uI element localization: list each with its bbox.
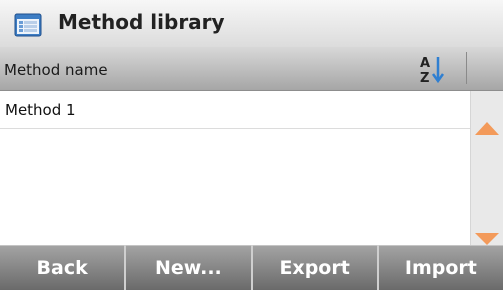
back-button[interactable]: Back [0, 245, 125, 290]
scroll-up-icon[interactable] [474, 120, 500, 136]
page-title: Method library [58, 10, 225, 34]
footer-bar: Back New... Export Import [0, 245, 503, 290]
column-divider [466, 52, 467, 84]
scrollbar[interactable] [470, 91, 503, 245]
sort-a-z-icon[interactable]: A Z [416, 52, 452, 88]
export-button[interactable]: Export [252, 245, 377, 290]
scroll-down-icon[interactable] [474, 232, 500, 246]
import-button[interactable]: Import [378, 245, 503, 290]
new-button[interactable]: New... [126, 245, 251, 290]
column-header-label: Method name [4, 61, 108, 79]
method-list: Method 1 [0, 91, 470, 245]
title-bar: Method library [0, 0, 503, 47]
sort-glyph-bottom: Z [420, 71, 429, 86]
sort-glyph-top: A [420, 56, 430, 71]
window-list-icon [14, 13, 42, 37]
list-item[interactable]: Method 1 [0, 91, 470, 129]
list-item-label: Method 1 [5, 101, 76, 119]
